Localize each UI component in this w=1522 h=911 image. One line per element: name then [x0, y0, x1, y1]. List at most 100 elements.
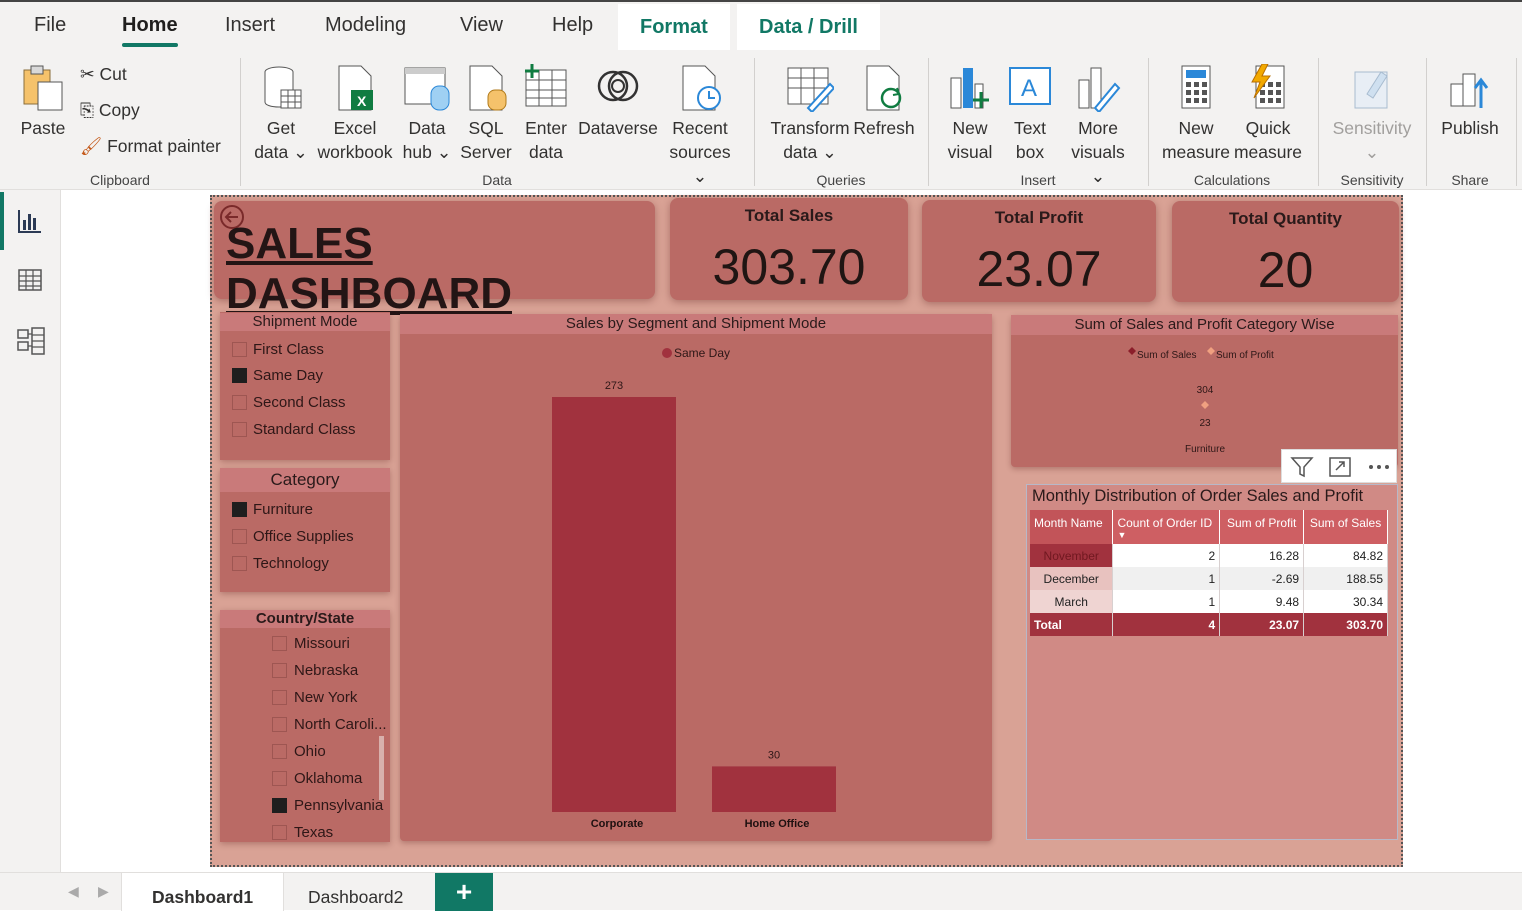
focus-mode-icon[interactable] — [1328, 456, 1352, 478]
slicer-option[interactable]: Office Supplies — [253, 528, 354, 545]
checkbox[interactable] — [272, 717, 287, 732]
checkbox[interactable] — [272, 798, 287, 813]
table-cell: 188.55 — [1303, 567, 1388, 590]
new-visual-label-1: New — [952, 118, 988, 138]
slicer-option[interactable]: Technology — [253, 555, 329, 572]
slicer-option[interactable]: Standard Class — [253, 421, 356, 438]
filter-icon[interactable] — [1290, 456, 1314, 478]
monthly-table: Month Name Count of Order ID ▼ Sum of Pro… — [1030, 510, 1388, 636]
slicer-option[interactable]: Nebraska — [294, 662, 358, 679]
quick-measure-button[interactable]: Quick measure — [1232, 64, 1304, 164]
line-chart-plot: Sum of Sales Sum of Profit 304 23 Furniture — [1128, 347, 1274, 455]
new-measure-button[interactable]: New measure — [1160, 64, 1232, 164]
add-page-button[interactable]: + — [435, 873, 493, 911]
slicer-option[interactable]: New York — [294, 689, 357, 706]
checkbox[interactable] — [272, 771, 287, 786]
data-hub-label-1: Data — [408, 118, 446, 138]
x-tick-label: Corporate — [591, 818, 644, 830]
report-view-icon[interactable] — [16, 208, 44, 234]
paste-button[interactable]: Paste — [18, 64, 68, 140]
checkbox[interactable] — [232, 556, 247, 571]
svg-text:X: X — [357, 93, 367, 109]
category-slicer: Category Furniture Office Supplies Techn… — [220, 468, 390, 592]
slicer-option[interactable]: Missouri — [294, 635, 350, 652]
table-cell: 4 — [1112, 613, 1221, 636]
page-tab-dashboard2[interactable]: Dashboard2 — [278, 873, 433, 911]
checkbox[interactable] — [232, 422, 247, 437]
get-data-label-2: data — [254, 142, 289, 162]
tab-format[interactable]: Format — [618, 4, 730, 50]
enter-data-button[interactable]: Enter data — [520, 64, 572, 164]
model-view-icon[interactable] — [16, 326, 46, 356]
slicer-option[interactable]: Ohio — [294, 743, 326, 760]
table-total-row: Total 4 23.07 303.70 — [1030, 613, 1388, 636]
chevron-down-icon: ⌄ — [288, 142, 308, 162]
slicer-option[interactable]: Same Day — [253, 367, 323, 384]
excel-workbook-button[interactable]: X Excel workbook — [312, 64, 398, 164]
column-header[interactable]: Sum of Sales — [1303, 510, 1388, 544]
publish-label: Publish — [1441, 118, 1499, 138]
refresh-label: Refresh — [853, 118, 915, 138]
transform-data-button[interactable]: Transform data ⌄ — [768, 64, 852, 164]
column-header[interactable]: Month Name — [1030, 510, 1114, 544]
tab-help[interactable]: Help — [552, 14, 593, 37]
tab-data-drill[interactable]: Data / Drill — [737, 4, 880, 50]
checkbox[interactable] — [272, 690, 287, 705]
chevron-left-icon[interactable]: ◀ — [68, 883, 79, 900]
new-measure-label-1: New — [1178, 118, 1214, 138]
legend-label: Same Day — [674, 346, 730, 360]
cut-button[interactable]: ✂ Cut — [80, 64, 127, 85]
column-header-label: Count of Order ID — [1117, 516, 1213, 530]
slicer-option[interactable]: Oklahoma — [294, 770, 362, 787]
page-tab-dashboard1[interactable]: Dashboard1 — [121, 873, 285, 911]
new-visual-button[interactable]: New visual — [942, 64, 998, 164]
slicer-option[interactable]: North Caroli... — [294, 716, 387, 733]
slicer-option[interactable]: Second Class — [253, 394, 346, 411]
view-switcher — [0, 190, 61, 910]
recent-sources-button[interactable]: Recent sources ⌄ — [662, 64, 738, 188]
table-view-icon[interactable] — [16, 268, 44, 294]
tab-insert[interactable]: Insert — [225, 14, 275, 37]
dataverse-button[interactable]: Dataverse — [578, 64, 658, 140]
more-options-icon[interactable] — [1366, 456, 1392, 478]
checkbox[interactable] — [272, 636, 287, 651]
format-painter-button[interactable]: 🖌 Format painter — [80, 136, 221, 157]
tab-view[interactable]: View — [460, 14, 503, 37]
paintbrush-icon: 🖌 — [80, 136, 103, 156]
get-data-button[interactable]: Get data ⌄ — [254, 64, 308, 164]
copy-button[interactable]: ⎘ Copy — [80, 100, 140, 121]
column-header[interactable]: Sum of Profit — [1219, 510, 1305, 544]
text-box-icon: A — [1009, 67, 1051, 105]
slicer-option[interactable]: First Class — [253, 341, 324, 358]
checkbox[interactable] — [232, 342, 247, 357]
slicer-option[interactable]: Texas — [294, 824, 333, 841]
tab-modeling[interactable]: Modeling — [325, 14, 406, 37]
scrollbar[interactable] — [379, 736, 384, 800]
slicer-option[interactable]: Furniture — [253, 501, 313, 518]
text-box-button[interactable]: A Text box — [1004, 64, 1056, 164]
refresh-button[interactable]: Refresh — [852, 64, 916, 140]
chart-title: Sum of Sales and Profit Category Wise — [1011, 315, 1398, 335]
chevron-right-icon[interactable]: ▶ — [98, 883, 109, 900]
checkbox[interactable] — [232, 368, 247, 383]
sql-server-button[interactable]: SQL Server — [460, 64, 512, 164]
checkbox[interactable] — [232, 502, 247, 517]
column-header[interactable]: Count of Order ID ▼ — [1112, 510, 1221, 544]
checkbox[interactable] — [272, 825, 287, 840]
text-box-label-1: Text — [1013, 118, 1047, 138]
checkbox[interactable] — [272, 663, 287, 678]
checkbox[interactable] — [272, 744, 287, 759]
tab-file[interactable]: File — [34, 14, 66, 37]
enter-data-label-2: data — [528, 142, 564, 162]
publish-button[interactable]: Publish — [1438, 64, 1502, 140]
sensitivity-button[interactable]: Sensitivity ⌄ — [1328, 64, 1416, 164]
visual-header-toolbar — [1281, 449, 1397, 483]
sensitivity-group-label: Sensitivity — [1340, 172, 1404, 188]
checkbox[interactable] — [232, 395, 247, 410]
more-visuals-button[interactable]: More visuals ⌄ — [1062, 64, 1134, 188]
copy-label: Copy — [98, 100, 140, 120]
tab-home[interactable]: Home — [122, 14, 178, 47]
checkbox[interactable] — [232, 529, 247, 544]
data-hub-button[interactable]: Data hub ⌄ — [400, 64, 454, 164]
slicer-option[interactable]: Pennsylvania — [294, 797, 383, 814]
